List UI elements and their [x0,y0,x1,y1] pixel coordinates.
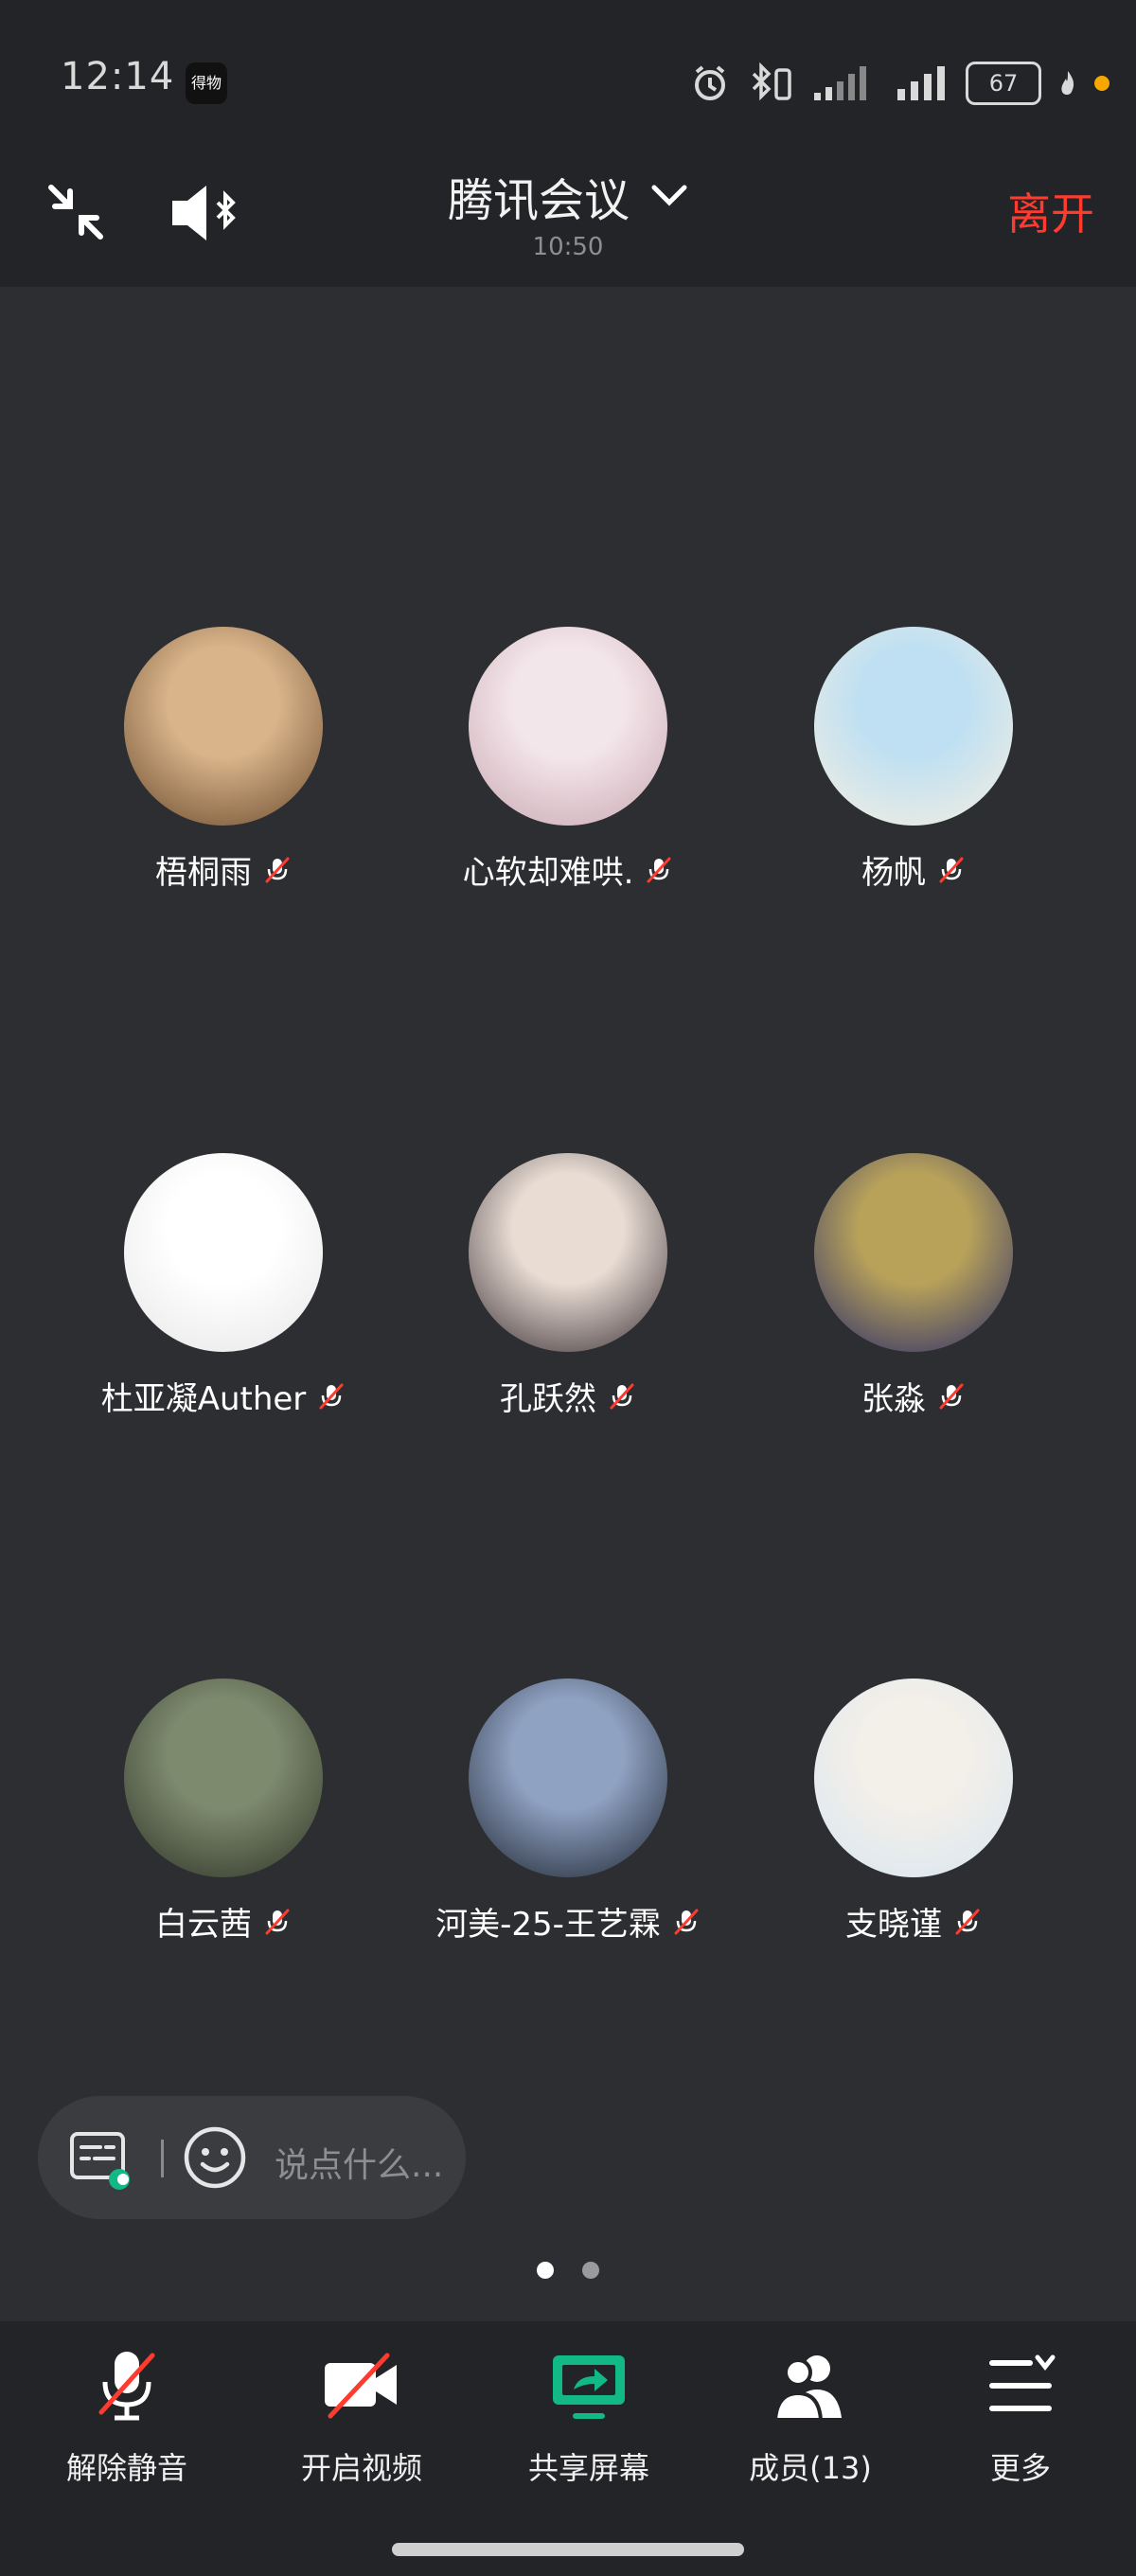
page-dot-active [537,2262,554,2279]
home-indicator[interactable] [392,2543,744,2556]
chat-input-pill[interactable]: 说点什么... [38,2096,466,2219]
status-time: 12:14 [61,55,175,98]
participant-name-row: 白云茜 [155,1898,292,1945]
avatar [814,1153,1013,1352]
participant-tile[interactable]: 孔跃然 [398,1153,738,1419]
participant-name-row: 杨帆 [861,846,966,893]
participant-tile[interactable]: 河美-25-王艺霖 [398,1679,738,1945]
participant-tile[interactable]: 梧桐雨 [53,627,394,893]
participant-name: 梧桐雨 [155,854,252,892]
avatar [814,627,1013,826]
participant-name: 支晓谨 [845,1906,942,1944]
share-screen-label: 共享屏幕 [527,2450,649,2486]
participant-name: 杨帆 [861,854,926,892]
alarm-icon [695,65,725,100]
avatar [124,627,323,826]
participant-name-row: 梧桐雨 [155,846,292,893]
participant-name-row: 杜亚凝Auther [101,1373,346,1419]
more-button[interactable]: 更多 [926,2348,1115,2488]
avatar [814,1679,1013,1877]
participant-name: 心软却难哄. [462,854,634,892]
signal-icon-2 [897,66,945,100]
mic-muted-icon [939,857,964,882]
members-button[interactable]: 成员(13) [716,2348,905,2488]
mic-muted-icon [955,1909,980,1934]
mic-muted-icon [647,857,671,882]
emoji-icon[interactable] [182,2124,248,2191]
bluetooth-battery-icon [752,62,791,101]
page-dot [582,2262,599,2279]
chat-placeholder[interactable]: 说点什么... [275,2138,443,2187]
start-video-label: 开启视频 [300,2450,422,2486]
participant-name-row: 孔跃然 [500,1373,636,1419]
participant-tile[interactable]: 支晓谨 [743,1679,1084,1945]
mic-muted-icon [265,857,290,882]
share-screen-button[interactable]: 共享屏幕 [494,2348,683,2488]
mic-muted-icon [674,1909,699,1934]
status-icons: 67 [689,59,1109,108]
privacy-dot-icon [1094,76,1109,91]
members-icon [772,2355,842,2422]
page-indicator [0,2262,1136,2279]
participant-tile[interactable]: 杜亚凝Auther [53,1153,394,1419]
participant-tile[interactable]: 心软却难哄. [398,627,738,893]
mic-muted-icon [319,1383,344,1409]
avatar [469,1679,667,1877]
flame-icon [1061,71,1074,95]
avatar [469,1153,667,1352]
unmute-label: 解除静音 [65,2450,187,2486]
camera-off-icon [325,2353,397,2419]
avatar [124,1679,323,1877]
app-notification-icon: 得物 [186,62,227,104]
mic-muted-icon [98,2352,155,2421]
battery-indicator: 67 [966,62,1041,105]
unmute-button[interactable]: 解除静音 [32,2348,222,2488]
participant-tile[interactable]: 张淼 [743,1153,1084,1419]
participant-name-row: 张淼 [861,1373,966,1419]
meeting-title: 腾讯会议 [447,174,630,227]
chevron-down-icon [651,185,687,206]
caption-toggle-icon[interactable] [68,2130,133,2191]
share-screen-icon [553,2355,625,2419]
more-label: 更多 [989,2450,1051,2486]
divider [161,2140,164,2177]
avatar [124,1153,323,1352]
mic-muted-icon [939,1383,964,1409]
participant-name-row: 支晓谨 [845,1898,982,1945]
status-bar: 12:14 得物 67 [0,0,1136,166]
participant-name: 张淼 [861,1380,926,1418]
participant-name: 杜亚凝Auther [100,1380,307,1418]
meeting-title-area[interactable]: 腾讯会议 [0,163,1136,229]
start-video-button[interactable]: 开启视频 [267,2348,456,2488]
participant-tile[interactable]: 杨帆 [743,627,1084,893]
mic-muted-icon [265,1909,290,1934]
participant-name: 白云茜 [155,1906,252,1944]
members-label: 成员(13) [749,2450,872,2486]
participant-name: 河美-25-王艺霖 [435,1906,661,1944]
more-menu-icon [989,2354,1056,2411]
meeting-duration: 10:50 [532,233,604,261]
participant-name: 孔跃然 [500,1380,596,1418]
signal-icon [814,66,866,100]
mic-muted-icon [610,1383,634,1409]
participant-name-row: 心软却难哄. [463,846,674,893]
participant-name-row: 河美-25-王艺霖 [435,1898,701,1945]
participant-tile[interactable]: 白云茜 [53,1679,394,1945]
leave-button[interactable]: 离开 [1007,180,1094,242]
avatar [469,627,667,826]
